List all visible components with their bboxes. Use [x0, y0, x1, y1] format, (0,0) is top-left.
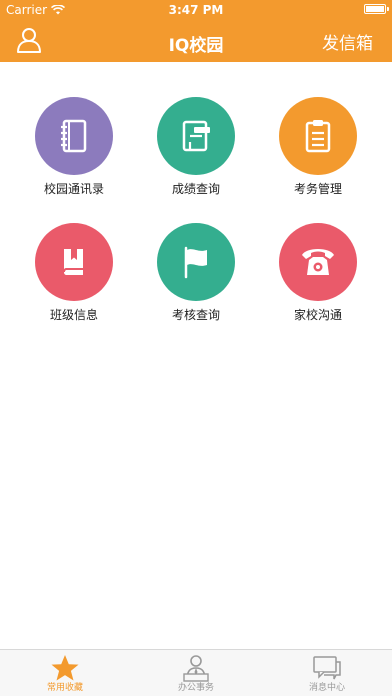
- header: Carrier 3:47 PM IQ校园 发信箱: [0, 0, 392, 62]
- chat-bubbles-icon: [313, 656, 341, 680]
- flag-icon: [184, 246, 207, 279]
- feature-label: 考核查询: [171, 308, 220, 322]
- feature-grade-query[interactable]: 成绩查询: [141, 97, 251, 207]
- feature-circle: [279, 223, 357, 301]
- feature-home-school-communication[interactable]: 家校沟通: [263, 223, 373, 333]
- feature-label: 考务管理: [293, 182, 342, 196]
- feature-circle: [279, 97, 357, 175]
- tab-message-center[interactable]: 消息中心: [262, 650, 392, 696]
- feature-circle: [157, 97, 235, 175]
- status-bar: Carrier 3:47 PM: [0, 0, 392, 20]
- status-right: [364, 4, 389, 14]
- navbar: IQ校园 发信箱: [0, 20, 392, 62]
- feature-circle: [157, 223, 235, 301]
- battery-icon: [364, 4, 389, 14]
- feature-campus-directory[interactable]: 校园通讯录: [19, 97, 129, 207]
- telephone-icon: [302, 249, 334, 275]
- feature-assessment-query[interactable]: 考核查询: [141, 223, 251, 333]
- tab-office-affairs[interactable]: 办公事务: [131, 650, 261, 696]
- feature-exam-management[interactable]: 考务管理: [263, 97, 373, 207]
- feature-circle: [35, 223, 113, 301]
- address-book-icon: [61, 119, 87, 153]
- feature-label: 成绩查询: [171, 182, 220, 196]
- status-time: 3:47 PM: [168, 3, 224, 17]
- tab-bar: 常用收藏 办公事务 消息中心: [0, 649, 392, 696]
- tab-favorites[interactable]: 常用收藏: [0, 650, 130, 696]
- feature-label: 班级信息: [49, 308, 98, 322]
- class-book-icon: [63, 249, 83, 275]
- office-person-icon: [183, 655, 209, 682]
- feature-label: 校园通讯录: [43, 182, 104, 196]
- clipboard-icon: [305, 120, 331, 153]
- tab-label: 消息中心: [308, 683, 345, 693]
- feature-circle: [35, 97, 113, 175]
- feature-label: 家校沟通: [293, 308, 342, 322]
- grades-icon: [182, 120, 210, 152]
- star-icon: [51, 655, 79, 681]
- tab-label: 办公事务: [177, 683, 214, 693]
- feature-class-info[interactable]: 班级信息: [19, 223, 129, 333]
- outbox-button[interactable]: 发信箱: [322, 29, 373, 54]
- tab-label: 常用收藏: [46, 683, 83, 693]
